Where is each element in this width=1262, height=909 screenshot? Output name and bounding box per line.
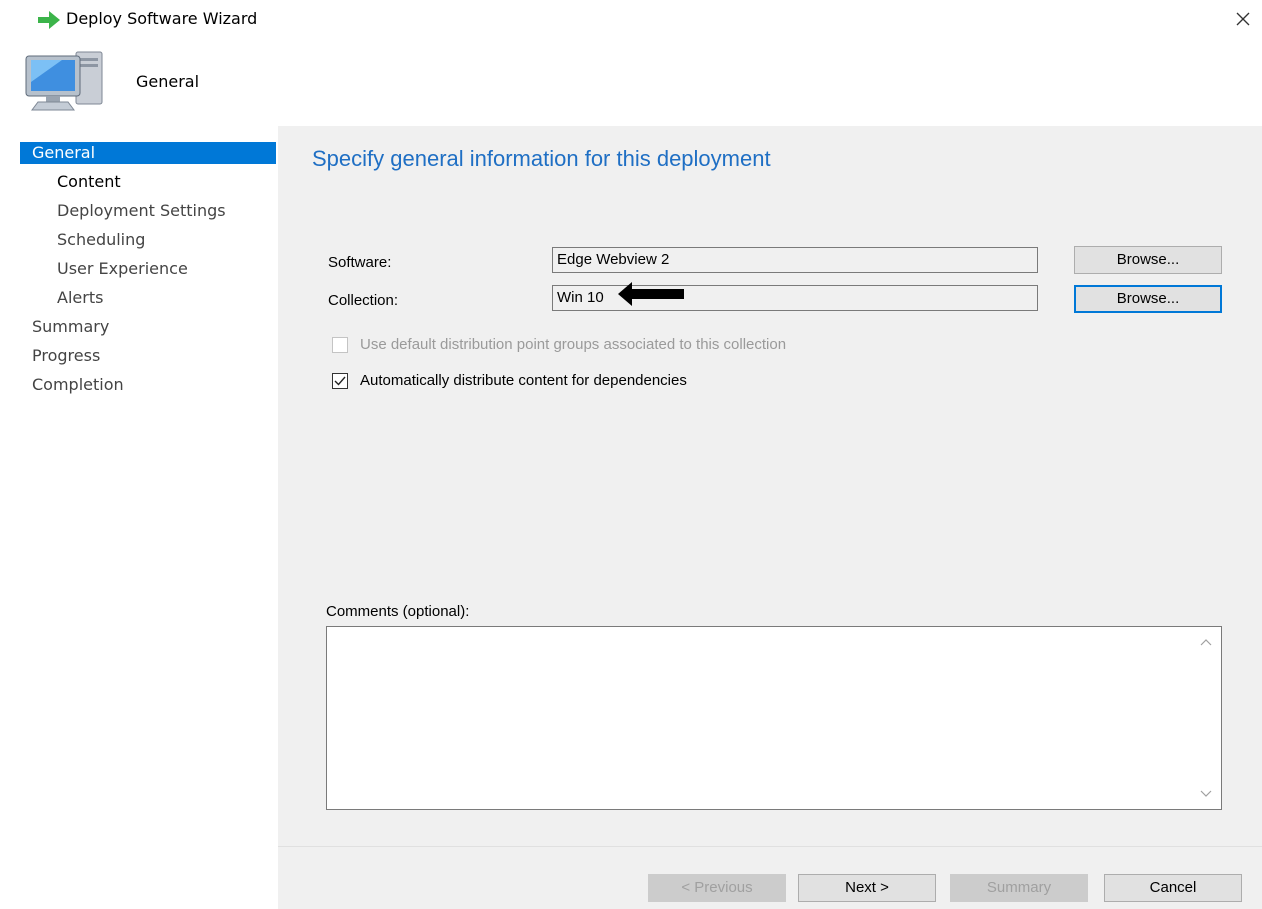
auto-distribute-checkbox[interactable]	[332, 373, 348, 389]
main-panel: Specify general information for this dep…	[278, 126, 1262, 909]
nav-item-general[interactable]: General	[20, 142, 276, 164]
computer-monitor-icon	[25, 51, 103, 111]
comments-textarea[interactable]	[326, 626, 1222, 810]
collection-browse-button[interactable]: Browse...	[1074, 285, 1222, 313]
collection-label: Collection:	[328, 292, 399, 309]
footer-divider	[278, 846, 1262, 847]
close-button[interactable]	[1228, 4, 1258, 34]
wizard-nav: General Content Deployment Settings Sche…	[20, 140, 278, 909]
scroll-up-icon[interactable]	[1199, 635, 1213, 649]
green-arrow-icon	[38, 11, 60, 29]
comments-label: Comments (optional):	[326, 603, 470, 620]
checkmark-icon	[334, 376, 346, 386]
software-field[interactable]: Edge Webview 2	[552, 247, 1038, 273]
scroll-down-icon[interactable]	[1199, 787, 1213, 801]
auto-distribute-label: Automatically distribute content for dep…	[360, 372, 687, 389]
title-bar: Deploy Software Wizard	[0, 0, 1262, 40]
software-browse-button[interactable]: Browse...	[1074, 246, 1222, 274]
software-label: Software:	[328, 254, 392, 271]
use-default-dp-label: Use default distribution point groups as…	[360, 336, 787, 353]
nav-item-user-experience[interactable]: User Experience	[57, 257, 188, 281]
page-heading: Specify general information for this dep…	[312, 146, 771, 171]
cancel-button[interactable]: Cancel	[1104, 874, 1242, 902]
summary-button[interactable]: Summary	[950, 874, 1088, 902]
nav-item-progress[interactable]: Progress	[32, 344, 100, 368]
nav-item-summary[interactable]: Summary	[32, 315, 109, 339]
window-title: Deploy Software Wizard	[66, 9, 258, 28]
previous-button[interactable]: < Previous	[648, 874, 786, 902]
nav-item-completion[interactable]: Completion	[32, 373, 124, 397]
use-default-dp-checkbox[interactable]	[332, 337, 348, 353]
close-icon	[1236, 12, 1250, 26]
nav-item-scheduling[interactable]: Scheduling	[57, 228, 145, 252]
annotation-arrow-icon	[618, 282, 684, 306]
nav-item-alerts[interactable]: Alerts	[57, 286, 103, 310]
next-button[interactable]: Next >	[798, 874, 936, 902]
nav-item-deployment-settings[interactable]: Deployment Settings	[57, 199, 226, 223]
page-header-title: General	[136, 72, 200, 91]
nav-item-content[interactable]: Content	[57, 170, 121, 194]
